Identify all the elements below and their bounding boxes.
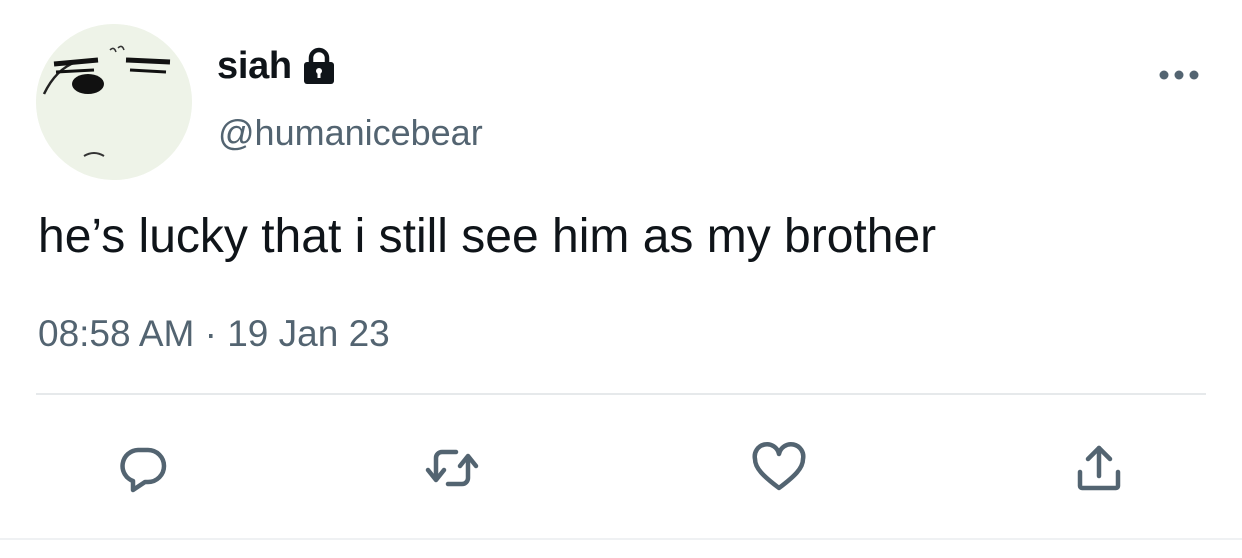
lock-icon [303,47,334,84]
like-button[interactable] [751,440,807,496]
author-handle[interactable]: @humanicebear [218,112,483,154]
tweet-time: 08:58 AM [38,313,195,354]
more-options-icon[interactable] [1154,62,1204,88]
bottom-divider [0,538,1242,540]
retweet-button[interactable] [424,440,480,496]
divider [36,393,1206,395]
avatar[interactable] [36,24,192,180]
author-name-row[interactable]: siah [217,44,336,88]
like-icon [752,442,806,491]
share-button[interactable] [1071,440,1127,496]
retweet-icon [425,449,479,487]
tweet-date: 19 Jan 23 [227,313,390,354]
tweet-text: he’s lucky that i still see him as my br… [38,210,937,263]
meta-separator: · [204,313,217,354]
reply-icon [120,447,167,493]
share-icon [1077,445,1121,491]
display-name[interactable]: siah [217,44,292,88]
reply-button[interactable] [115,440,171,496]
avatar-icon [36,24,192,180]
tweet-timestamp[interactable]: 08:58 AM · 19 Jan 23 [38,312,390,356]
tweet-card: siah @humanicebear he’s lucky that i sti… [0,0,1242,558]
